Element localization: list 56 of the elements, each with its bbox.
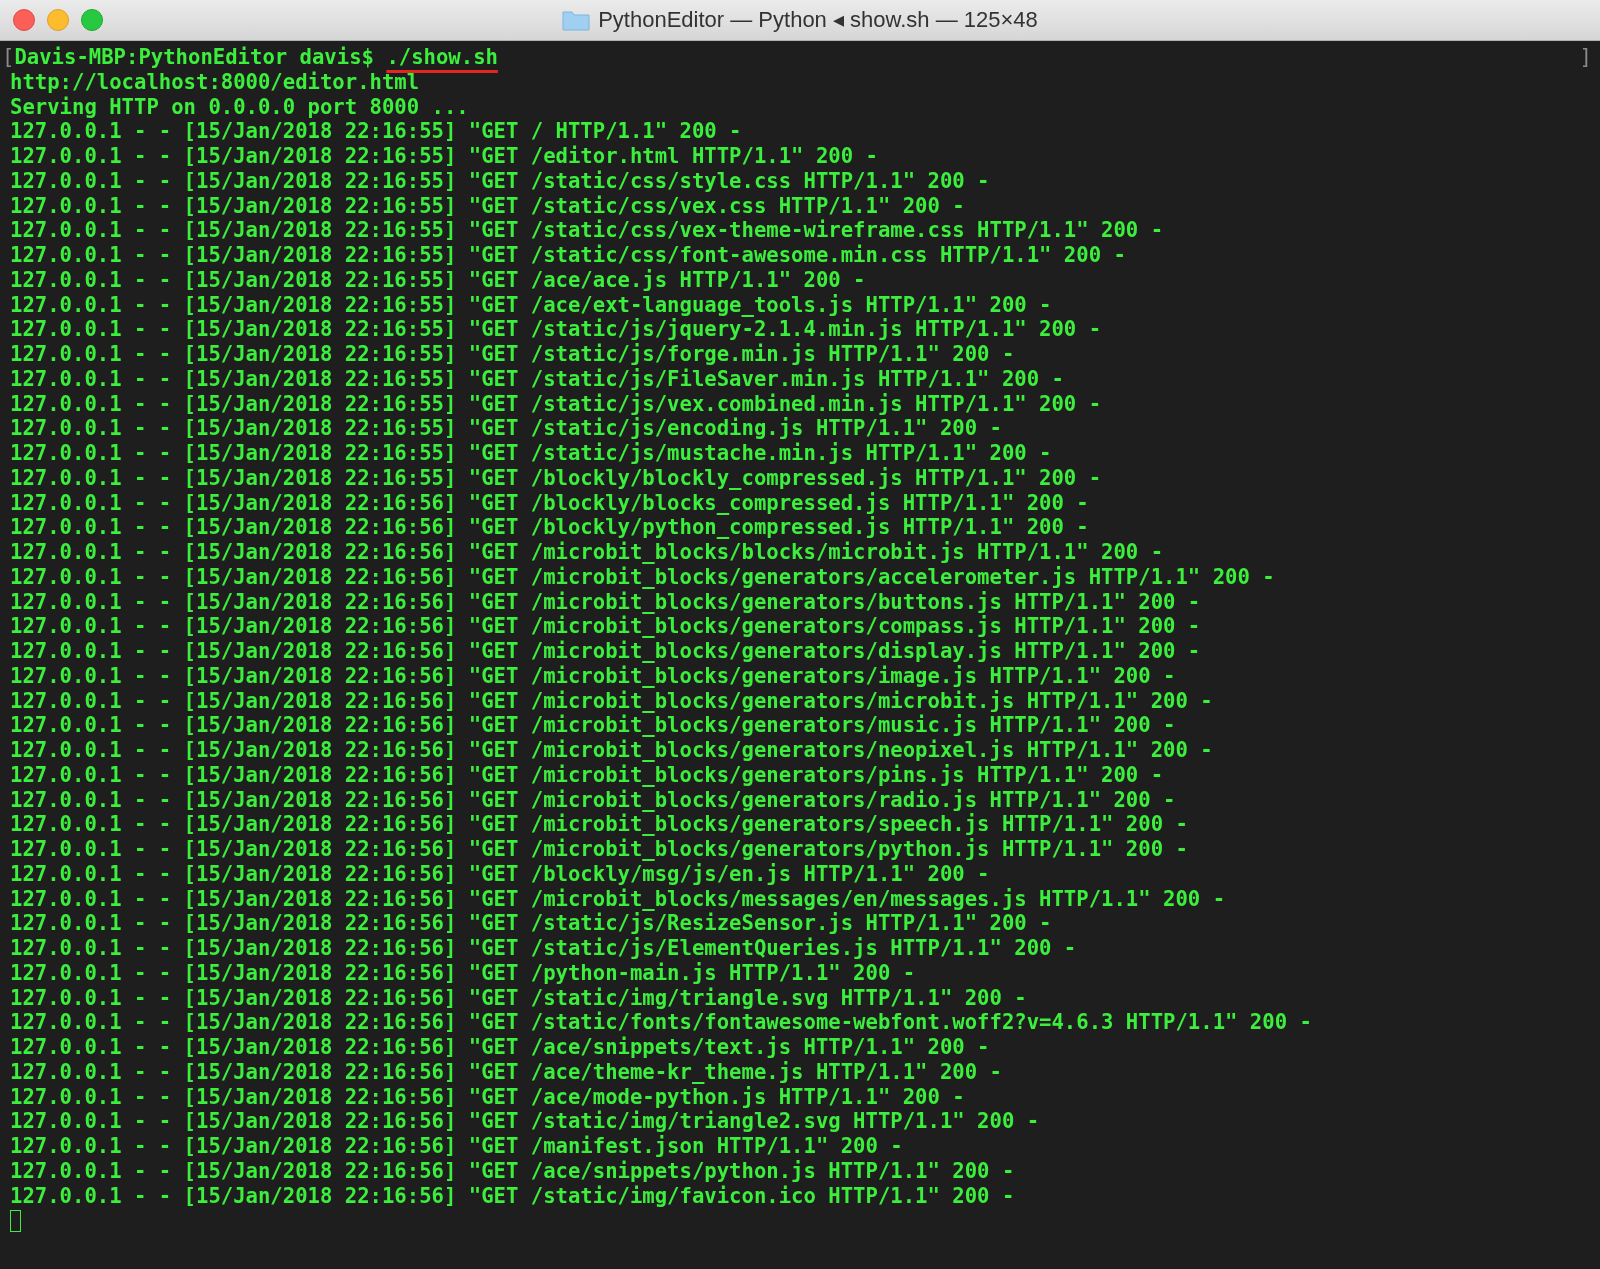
output-line: 127.0.0.1 - - [15/Jan/2018 22:16:55] "GET /static/js/jquery-2.1.4.min.js HTTP/1.1" 200 - bbox=[10, 317, 1102, 342]
folder-icon bbox=[562, 9, 591, 31]
line-mark: ] bbox=[1579, 45, 1592, 70]
line-mark: [ bbox=[2, 45, 15, 70]
close-button[interactable] bbox=[13, 9, 35, 31]
output-line: 127.0.0.1 - - [15/Jan/2018 22:16:56] "GET /ace/theme-kr_theme.js HTTP/1.1" 200 - bbox=[10, 1059, 1002, 1085]
output-line: 127.0.0.1 - - [15/Jan/2018 22:16:56] "GET /microbit_blocks/blocks/microbit.js HTTP/1.1" 200 - bbox=[10, 540, 1164, 565]
output-line: 127.0.0.1 - - [15/Jan/2018 22:16:56] "GET /static/img/triangle2.svg HTTP/1.1" 200 - bbox=[10, 1109, 1040, 1134]
output-line: 127.0.0.1 - - [15/Jan/2018 22:16:56] "GET /blockly/msg/js/en.js HTTP/1.1" 200 - bbox=[10, 861, 990, 887]
shell-prompt: Davis-MBP:PythonEditor davis$ bbox=[14, 45, 375, 70]
output-line: 127.0.0.1 - - [15/Jan/2018 22:16:56] "GET /microbit_blocks/generators/neopixel.js HTTP/1.1" 200 - bbox=[10, 738, 1213, 763]
output-line: 127.0.0.1 - - [15/Jan/2018 22:16:55] "GET /static/css/vex-theme-wireframe.css HTTP/1.1" 200 - bbox=[10, 218, 1164, 243]
output-line: 127.0.0.1 - - [15/Jan/2018 22:16:56] "GET /microbit_blocks/generators/image.js HTTP/1.1" 200 - bbox=[10, 663, 1176, 689]
output-line: 127.0.0.1 - - [15/Jan/2018 22:16:56] "GET /microbit_blocks/generators/speech.js HTTP/1.1" 200 - bbox=[10, 812, 1188, 837]
output-line: 127.0.0.1 - - [15/Jan/2018 22:16:56] "GET /blockly/blocks_compressed.js HTTP/1.1" 200 - bbox=[10, 490, 1089, 516]
output-line: 127.0.0.1 - - [15/Jan/2018 22:16:56] "GET /microbit_blocks/generators/accelerometer.js HTTP/1.1" 200 - bbox=[10, 564, 1275, 590]
output-line: 127.0.0.1 - - [15/Jan/2018 22:16:56] "GET /static/img/favicon.ico HTTP/1.1" 200 - bbox=[10, 1183, 1015, 1209]
output-line: 127.0.0.1 - - [15/Jan/2018 22:16:56] "GET /microbit_blocks/generators/display.js HTTP/1.1" 200 - bbox=[10, 639, 1201, 664]
output-line: 127.0.0.1 - - [15/Jan/2018 22:16:55] "GET /static/css/vex.css HTTP/1.1" 200 - bbox=[10, 193, 965, 219]
output-line: 127.0.0.1 - - [15/Jan/2018 22:16:55] "GET /static/js/vex.combined.min.js HTTP/1.1" 200 - bbox=[10, 391, 1102, 417]
output-line: 127.0.0.1 - - [15/Jan/2018 22:16:56] "GET /python-main.js HTTP/1.1" 200 - bbox=[10, 960, 916, 986]
window-title: PythonEditor — Python ◂ show.sh — 125×48 bbox=[598, 7, 1038, 33]
output-line: 127.0.0.1 - - [15/Jan/2018 22:16:56] "GET /microbit_blocks/generators/python.js HTTP/1.1" 200 - bbox=[10, 837, 1188, 862]
output-line: 127.0.0.1 - - [15/Jan/2018 22:16:55] "GET /static/js/forge.min.js HTTP/1.1" 200 - bbox=[10, 342, 1015, 367]
output-line: 127.0.0.1 - - [15/Jan/2018 22:16:56] "GET /ace/snippets/text.js HTTP/1.1" 200 - bbox=[10, 1035, 990, 1060]
output-line: 127.0.0.1 - - [15/Jan/2018 22:16:55] "GET / HTTP/1.1" 200 - bbox=[10, 119, 742, 144]
output-line: 127.0.0.1 - - [15/Jan/2018 22:16:56] "GET /ace/mode-python.js HTTP/1.1" 200 - bbox=[10, 1084, 965, 1110]
output-line: 127.0.0.1 - - [15/Jan/2018 22:16:56] "GET /static/js/ResizeSensor.js HTTP/1.1" 200 - bbox=[10, 911, 1052, 936]
output-line: 127.0.0.1 - - [15/Jan/2018 22:16:55] "GET /blockly/blockly_compressed.js HTTP/1.1" 200 - bbox=[10, 465, 1102, 491]
output-line: 127.0.0.1 - - [15/Jan/2018 22:16:55] "GET /static/js/mustache.min.js HTTP/1.1" 200 - bbox=[10, 441, 1052, 466]
zoom-button[interactable] bbox=[81, 9, 103, 31]
output-line: Serving HTTP on 0.0.0.0 port 8000 ... bbox=[10, 94, 469, 120]
output-line: 127.0.0.1 - - [15/Jan/2018 22:16:55] "GET /ace/ace.js HTTP/1.1" 200 - bbox=[10, 267, 866, 293]
text-cursor bbox=[10, 1210, 21, 1233]
output-line: 127.0.0.1 - - [15/Jan/2018 22:16:55] "GET /static/js/FileSaver.min.js HTTP/1.1" 200 - bbox=[10, 366, 1064, 392]
output-line: 127.0.0.1 - - [15/Jan/2018 22:16:56] "GET /microbit_blocks/generators/music.js HTTP/1.1" 200 - bbox=[10, 713, 1176, 738]
typed-command: ./show.sh bbox=[386, 45, 498, 70]
output-line: 127.0.0.1 - - [15/Jan/2018 22:16:56] "GET /static/fonts/fontawesome-webfont.woff2?v=4.6.3 HTTP/1.1" 200 - bbox=[10, 1010, 1312, 1035]
output-line: 127.0.0.1 - - [15/Jan/2018 22:16:56] "GET /manifest.json HTTP/1.1" 200 - bbox=[10, 1134, 903, 1159]
output-line: 127.0.0.1 - - [15/Jan/2018 22:16:55] "GET /static/js/encoding.js HTTP/1.1" 200 - bbox=[10, 416, 1002, 441]
output-line: 127.0.0.1 - - [15/Jan/2018 22:16:56] "GET /microbit_blocks/generators/buttons.js HTTP/1.1" 200 - bbox=[10, 589, 1201, 615]
output-line: 127.0.0.1 - - [15/Jan/2018 22:16:56] "GET /static/js/ElementQueries.js HTTP/1.1" 200 - bbox=[10, 936, 1077, 961]
output-line: 127.0.0.1 - - [15/Jan/2018 22:16:55] "GET /static/css/font-awesome.min.css HTTP/1.1" 200 - bbox=[10, 243, 1126, 268]
output-line: 127.0.0.1 - - [15/Jan/2018 22:16:55] "GET /ace/ext-language_tools.js HTTP/1.1" 200 - bbox=[10, 292, 1052, 318]
output-line: 127.0.0.1 - - [15/Jan/2018 22:16:56] "GET /ace/snippets/python.js HTTP/1.1" 200 - bbox=[10, 1158, 1015, 1184]
output-line: http://localhost:8000/editor.html bbox=[10, 69, 420, 95]
output-line: 127.0.0.1 - - [15/Jan/2018 22:16:55] "GET /editor.html HTTP/1.1" 200 - bbox=[10, 144, 878, 169]
minimize-button[interactable] bbox=[47, 9, 69, 31]
output-line: 127.0.0.1 - - [15/Jan/2018 22:16:56] "GET /microbit_blocks/generators/pins.js HTTP/1.1" 200 - bbox=[10, 762, 1164, 788]
output-line: 127.0.0.1 - - [15/Jan/2018 22:16:56] "GET /static/img/triangle.svg HTTP/1.1" 200 - bbox=[10, 985, 1027, 1011]
output-line: 127.0.0.1 - - [15/Jan/2018 22:16:56] "GET /blockly/python_compressed.js HTTP/1.1" 200 - bbox=[10, 515, 1089, 540]
output-line: 127.0.0.1 - - [15/Jan/2018 22:16:56] "GET /microbit_blocks/generators/microbit.js HTTP/1.1" 200 - bbox=[10, 688, 1213, 714]
output-line: 127.0.0.1 - - [15/Jan/2018 22:16:56] "GET /microbit_blocks/generators/compass.js HTTP/1.1" 200 - bbox=[10, 614, 1201, 639]
output-line: 127.0.0.1 - - [15/Jan/2018 22:16:56] "GET /microbit_blocks/generators/radio.js HTTP/1.1" 200 - bbox=[10, 787, 1176, 813]
output-line: 127.0.0.1 - - [15/Jan/2018 22:16:56] "GET /microbit_blocks/messages/en/messages.js HTTP/1.1" 200 - bbox=[10, 886, 1226, 912]
output-line: 127.0.0.1 - - [15/Jan/2018 22:16:55] "GET /static/css/style.css HTTP/1.1" 200 - bbox=[10, 168, 990, 194]
